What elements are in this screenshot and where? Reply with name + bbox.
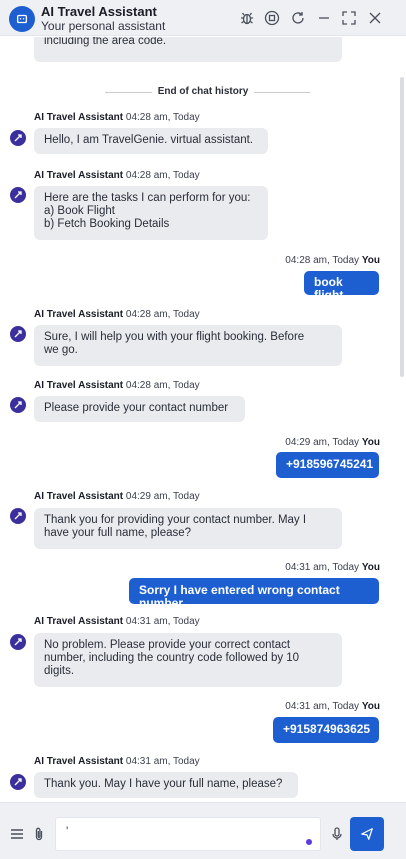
- bot-message: No problem. Please provide your correct …: [34, 633, 342, 687]
- bot-avatar-icon: [10, 774, 26, 790]
- bot-avatar-icon: [10, 634, 26, 650]
- message-meta: 04:29 am, Today You: [285, 437, 380, 448]
- bot-message: Sure, I will help you with your flight b…: [34, 325, 342, 366]
- attachment-icon[interactable]: [30, 825, 48, 843]
- message-meta: 04:28 am, Today You: [285, 255, 380, 266]
- microphone-icon[interactable]: [328, 825, 346, 843]
- message-input[interactable]: ': [55, 817, 321, 851]
- message-meta: AI Travel Assistant 04:28 am, Today: [34, 170, 200, 181]
- bot-avatar-icon: [10, 508, 26, 524]
- bot-avatar-icon: [10, 130, 26, 146]
- refresh-icon[interactable]: [289, 9, 307, 27]
- chat-header: AI Travel Assistant Your personal assist…: [0, 0, 406, 36]
- typing-indicator: [306, 839, 312, 845]
- stop-icon[interactable]: [263, 9, 281, 27]
- composer-bar: ': [0, 802, 406, 859]
- user-message: Sorry I have entered wrong contact numbe…: [129, 578, 379, 610]
- bot-message: Thank you. May I have your full name, pl…: [34, 772, 298, 798]
- bot-message: Thank you for providing your contact num…: [34, 508, 342, 549]
- assistant-title: AI Travel Assistant: [41, 4, 157, 19]
- user-message: +915874963625: [273, 717, 379, 743]
- assistant-subtitle: Your personal assistant: [41, 19, 166, 33]
- bug-icon[interactable]: [238, 9, 256, 27]
- previous-message-text: including the area code.: [44, 37, 167, 47]
- previous-message-bubble: including the area code.: [34, 37, 342, 62]
- minimize-icon[interactable]: [315, 9, 333, 27]
- user-message: book flight: [304, 271, 379, 302]
- bot-avatar-icon: [10, 326, 26, 342]
- send-button[interactable]: [350, 817, 384, 851]
- scrollbar[interactable]: [400, 77, 404, 377]
- message-meta: 04:31 am, Today You: [285, 701, 380, 712]
- message-meta: AI Travel Assistant 04:31 am, Today: [34, 616, 200, 627]
- message-meta: 04:31 am, Today You: [285, 562, 380, 573]
- bot-message: Hello, I am TravelGenie. virtual assista…: [34, 128, 268, 154]
- bot-avatar-icon: [10, 397, 26, 413]
- expand-icon[interactable]: [340, 9, 358, 27]
- bot-avatar-icon: [10, 187, 26, 203]
- message-meta: AI Travel Assistant 04:29 am, Today: [34, 491, 200, 502]
- close-icon[interactable]: [366, 9, 384, 27]
- menu-icon[interactable]: [8, 825, 26, 843]
- send-icon: [361, 828, 373, 840]
- message-input-value: ': [66, 824, 69, 838]
- user-message: +918596745241: [276, 452, 379, 478]
- chat-history[interactable]: including the area code. End of chat his…: [0, 37, 406, 802]
- bot-message: Please provide your contact number: [34, 396, 245, 422]
- end-of-history-divider: End of chat history: [0, 86, 406, 97]
- message-meta: AI Travel Assistant 04:31 am, Today: [34, 756, 200, 767]
- message-meta: AI Travel Assistant 04:28 am, Today: [34, 309, 200, 320]
- chat-icon: [9, 6, 35, 32]
- message-meta: AI Travel Assistant 04:28 am, Today: [34, 380, 200, 391]
- message-meta: AI Travel Assistant 04:28 am, Today: [34, 112, 200, 123]
- bot-message: Here are the tasks I can perform for you…: [34, 186, 268, 240]
